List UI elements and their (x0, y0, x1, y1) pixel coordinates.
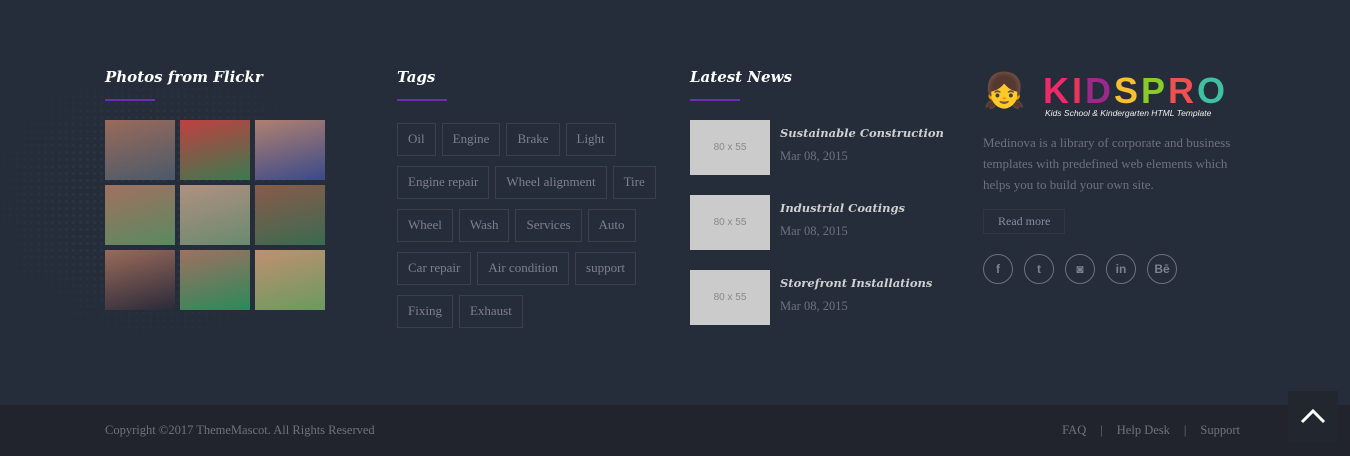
news-title-link[interactable]: Storefront Installations (780, 276, 932, 290)
news-item: 80 x 55 Storefront Installations Mar 08, 2… (690, 270, 944, 325)
tag-link[interactable]: Light (565, 123, 616, 156)
logo[interactable]: 👧 KIDSPRO Kids School & Kindergarten HTM… (983, 66, 1248, 119)
news-date: Mar 08, 2015 (780, 149, 848, 163)
widget-title: Photos from Flickr (105, 68, 263, 86)
tag-link[interactable]: Exhaust (458, 295, 523, 328)
flickr-photo[interactable] (180, 185, 250, 245)
news-item: 80 x 55 Sustainable Construction Mar 08, 2… (690, 120, 944, 175)
about-widget: 👧 KIDSPRO Kids School & Kindergarten HTM… (983, 66, 1248, 284)
widget-title: Tags (397, 68, 436, 86)
linkedin-icon[interactable]: in (1106, 254, 1136, 284)
footer-links: FAQ | Help Desk | Support (1062, 423, 1240, 438)
tag-link[interactable]: Engine (441, 123, 501, 156)
title-underline (397, 99, 447, 101)
tag-link[interactable]: Wheel (397, 209, 453, 242)
tags-widget: Tags Oil Engine Brake Light Engine repair Whe… (397, 68, 657, 328)
footer-link-support[interactable]: Support (1200, 423, 1240, 438)
tag-link[interactable]: Tire (612, 166, 656, 199)
tag-link[interactable]: Services (515, 209, 582, 242)
news-thumbnail[interactable]: 80 x 55 (690, 195, 770, 250)
kids-mascot-icon: 👧 (983, 73, 1026, 110)
twitter-icon[interactable]: t (1024, 254, 1054, 284)
news-list: 80 x 55 Sustainable Construction Mar 08, 2… (690, 120, 944, 325)
news-item: 80 x 55 Industrial Coatings Mar 08, 2015 (690, 195, 944, 250)
tag-link[interactable]: Brake (506, 123, 560, 156)
tag-link[interactable]: Fixing (397, 295, 453, 328)
behance-icon[interactable]: Bē (1147, 254, 1177, 284)
footer-link-help-desk[interactable]: Help Desk (1117, 423, 1170, 438)
news-thumbnail[interactable]: 80 x 55 (690, 120, 770, 175)
flickr-photo[interactable] (180, 120, 250, 180)
flickr-photo[interactable] (255, 120, 325, 180)
tag-link[interactable]: Car repair (397, 252, 472, 285)
news-date: Mar 08, 2015 (780, 224, 848, 238)
tag-link[interactable]: Air condition (477, 252, 570, 285)
social-links: f t ◙ in Bē (983, 254, 1248, 284)
tag-link[interactable]: Oil (397, 123, 436, 156)
read-more-button[interactable]: Read more (983, 209, 1066, 234)
title-underline (690, 99, 740, 101)
scroll-to-top-button[interactable] (1288, 391, 1338, 441)
facebook-icon[interactable]: f (983, 254, 1013, 284)
flickr-photo-grid (105, 120, 325, 310)
separator: | (1100, 423, 1103, 437)
copyright-text: Copyright ©2017 ThemeMascot. All Rights … (105, 423, 375, 437)
tag-link[interactable]: Engine repair (397, 166, 490, 199)
footer-link-faq[interactable]: FAQ (1062, 423, 1086, 438)
tag-link[interactable]: Auto (587, 209, 636, 242)
tag-link[interactable]: support (575, 252, 637, 285)
news-title-link[interactable]: Industrial Coatings (780, 201, 905, 215)
flickr-widget: Photos from Flickr (105, 68, 325, 310)
flickr-photo[interactable] (255, 250, 325, 310)
separator: | (1183, 423, 1187, 437)
title-underline (105, 99, 155, 101)
flickr-photo[interactable] (105, 120, 175, 180)
flickr-photo[interactable] (180, 250, 250, 310)
footer-bottom-bar: Copyright ©2017 ThemeMascot. All Rights … (0, 405, 1350, 456)
chevron-up-icon (1300, 408, 1326, 424)
tag-link[interactable]: Wheel alignment (495, 166, 607, 199)
news-thumbnail[interactable]: 80 x 55 (690, 270, 770, 325)
tag-cloud: Oil Engine Brake Light Engine repair Wheel al… (397, 123, 657, 328)
latest-news-widget: Latest News 80 x 55 Sustainable Construct… (690, 68, 944, 345)
tag-link[interactable]: Wash (458, 209, 510, 242)
flickr-photo[interactable] (255, 185, 325, 245)
about-description: Medinova is a library of corporate and b… (983, 135, 1231, 192)
instagram-icon[interactable]: ◙ (1065, 254, 1095, 284)
widget-title: Latest News (690, 68, 792, 86)
news-title-link[interactable]: Sustainable Construction (780, 126, 944, 140)
news-date: Mar 08, 2015 (780, 299, 848, 313)
flickr-photo[interactable] (105, 250, 175, 310)
flickr-photo[interactable] (105, 185, 175, 245)
logo-text: KIDSPRO (1043, 70, 1229, 111)
